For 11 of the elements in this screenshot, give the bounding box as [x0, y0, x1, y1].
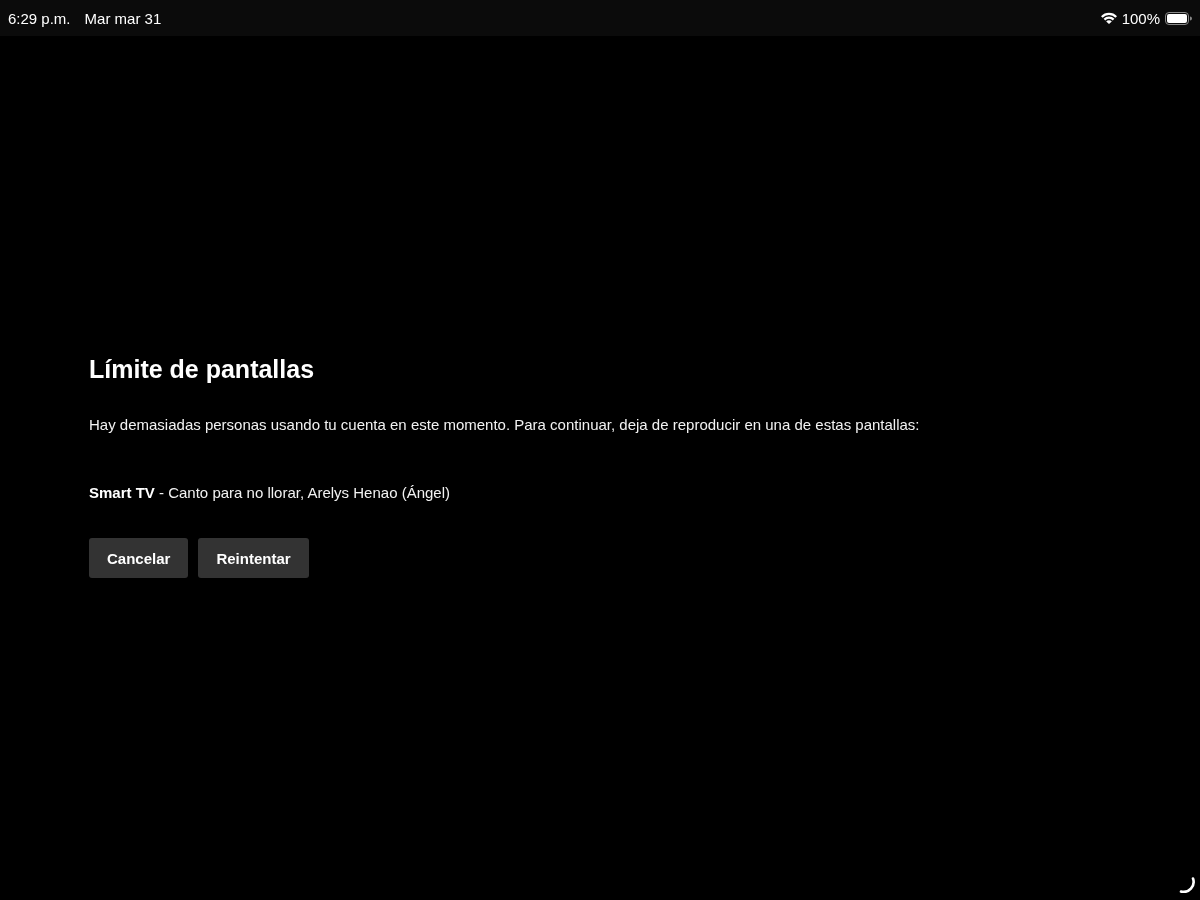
dialog-title: Límite de pantallas: [89, 354, 315, 384]
wifi-icon: [1100, 12, 1117, 24]
spinner-icon: [1179, 877, 1195, 893]
device-entry: Smart TV - Canto para no llorar, Arelys Henao (Ángel): [89, 483, 450, 503]
status-date: Mar mar 31: [84, 9, 162, 27]
battery-icon: [1165, 11, 1192, 25]
status-time: 6:29 p.m.: [8, 9, 71, 27]
dialog-button[interactable]: Reintentar: [198, 538, 309, 578]
dialog-button[interactable]: Cancelar: [89, 538, 189, 578]
battery-percentage: 100%: [1121, 9, 1160, 27]
dialog-message: Hay demasiadas personas usando tu cuenta en este momento. Para continuar, deja de reproducir en una de estas pantallas:: [89, 415, 920, 435]
